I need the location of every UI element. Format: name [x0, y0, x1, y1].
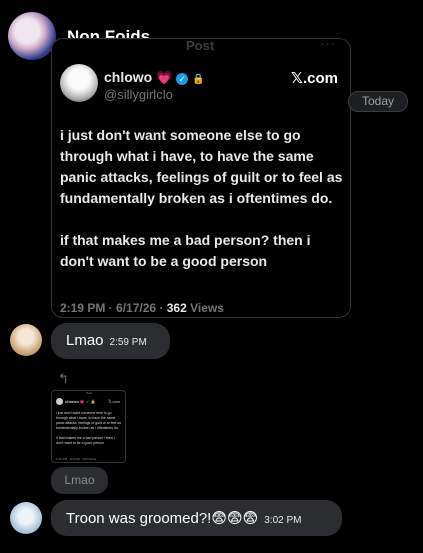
- tweet-author-avatar[interactable]: [60, 64, 98, 102]
- embed-header: Post ···: [52, 39, 350, 53]
- thumb-title: Post: [86, 391, 93, 395]
- message-time: 3:02 PM: [264, 515, 302, 526]
- sender-avatar[interactable]: [10, 502, 42, 534]
- thumb-avatar: [56, 398, 63, 405]
- message-text: Troon was groomed?!😨😨😨: [66, 510, 259, 527]
- sender-avatar[interactable]: [10, 324, 42, 356]
- tweet-embed[interactable]: Post ··· chlowo 💗 ✓ 🔒 @sillygirlclo 𝕏.co…: [51, 38, 351, 318]
- tweet-author-name[interactable]: chlowo 💗 ✓ 🔒: [104, 69, 205, 86]
- message-time: 2:59 PM: [109, 337, 147, 348]
- quoted-image-thumbnail[interactable]: Post chlowo 💗 ✓ 🔒 𝕏.com i just don't wan…: [51, 390, 126, 463]
- tweet-views-label: Views: [186, 301, 224, 315]
- thumb-text: i just don't want someone else to go thr…: [56, 411, 121, 445]
- message-bubble[interactable]: Lmao 2:59 PM: [51, 323, 170, 359]
- thumb-source: 𝕏.com: [108, 399, 120, 404]
- message-bubble[interactable]: Troon was groomed?!😨😨😨 3:02 PM: [51, 500, 342, 536]
- reply-icon: ↰: [58, 371, 69, 386]
- group-avatar[interactable]: [8, 12, 56, 60]
- lock-icon: 🔒: [192, 74, 205, 85]
- tweet-author-handle[interactable]: @sillygirlclo: [104, 87, 173, 102]
- heart-emoji: 💗: [156, 70, 173, 85]
- tweet-views-count: 362: [166, 301, 187, 315]
- tweet-timestamp: 2:19 PM · 6/17/26 ·: [60, 301, 167, 315]
- quoted-message[interactable]: Lmao: [51, 467, 108, 494]
- message-text: Lmao: [66, 332, 104, 349]
- x-logo-icon[interactable]: 𝕏.com: [291, 69, 338, 87]
- embed-title: Post: [186, 38, 215, 53]
- tweet-text: i just don't want someone else to go thr…: [60, 127, 343, 269]
- more-icon[interactable]: ···: [320, 39, 336, 51]
- tweet-meta: 2:19 PM · 6/17/26 · 362 Views: [60, 301, 224, 315]
- thumb-meta: 2:19 PM · 6/17/26 · 362 Views: [56, 457, 97, 461]
- date-separator: Today: [348, 91, 408, 112]
- tweet-author-name-text: chlowo: [104, 69, 153, 85]
- verified-icon: ✓: [176, 73, 189, 85]
- thumb-author: chlowo 💗 ✓ 🔒: [65, 399, 96, 404]
